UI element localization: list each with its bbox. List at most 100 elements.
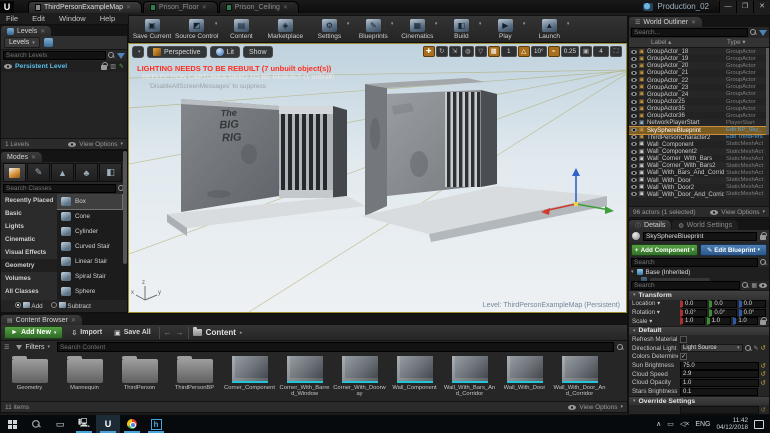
outliner-row[interactable]: ▣ NetworkPlayerStart PlayerStart <box>629 119 766 127</box>
levels-view-options[interactable]: View Options ▾ <box>68 141 123 148</box>
asset-item[interactable]: ThirdPerson <box>113 356 166 401</box>
mode-category[interactable]: All Classes <box>1 285 57 298</box>
actor-type[interactable]: GroupActor <box>726 56 766 62</box>
visibility-eye-icon[interactable] <box>631 170 637 175</box>
actor-type[interactable]: GroupActor <box>726 113 766 119</box>
mode-category[interactable]: Cinematic <box>1 233 57 246</box>
persistent-level-row[interactable]: Persistent Level ▥ ✎ <box>1 61 127 72</box>
actor-name-field[interactable] <box>643 231 757 241</box>
maximize-viewport-button[interactable]: ⛶ <box>610 46 622 57</box>
actor-type[interactable]: GroupActor <box>726 106 766 112</box>
visibility-eye-icon[interactable] <box>631 185 637 190</box>
landscape-mode-button[interactable]: ▲ <box>51 163 74 182</box>
reset-icon[interactable]: ↺ <box>761 379 766 387</box>
mode-category[interactable]: Basic <box>1 207 57 220</box>
actor-type[interactable]: GroupActor <box>726 91 766 97</box>
outliner-row[interactable]: ▣ Wall_With_Door_And_Corrid StaticMeshAc… <box>629 190 766 198</box>
placeable-item[interactable]: Curved Stair <box>57 239 122 254</box>
outliner-row[interactable]: ▣ GroupActor_22 GroupActor <box>629 76 766 84</box>
paint-mode-button[interactable]: ✎ <box>27 163 50 182</box>
outliner-row[interactable]: ▣ Wall_With_Door StaticMeshAct <box>629 176 766 184</box>
type-column-header[interactable]: Type ▾ <box>727 39 769 46</box>
add-radio[interactable]: Add <box>15 302 43 310</box>
visibility-eye-icon[interactable] <box>631 70 637 75</box>
start-button[interactable] <box>0 415 24 433</box>
tab-world-settings[interactable]: ◍ World Settings <box>672 220 739 231</box>
camera-speed-button[interactable]: ▣ <box>580 46 592 57</box>
edit-pencil-icon[interactable]: ✎ <box>119 63 124 70</box>
outliner-row[interactable]: ▣ GroupActor_20 GroupActor <box>629 62 766 70</box>
outliner-row[interactable]: ▣ Wall_With_Bars_And_Corrid StaticMeshAc… <box>629 169 766 176</box>
tab-content-browser[interactable]: ▤ Content Browser ✕ <box>1 315 82 325</box>
app-hitfilm[interactable]: h <box>144 415 168 433</box>
foliage-mode-button[interactable]: ♣ <box>75 163 98 182</box>
breadcrumb-expand-icon[interactable]: ▸ <box>240 330 243 336</box>
app-chrome[interactable] <box>120 415 144 433</box>
3d-viewport[interactable]: The BIG RIG z y x ▾ Perspective Lit Show… <box>128 43 627 313</box>
mode-category[interactable]: Volumes <box>1 272 57 285</box>
edit-blueprint-button[interactable]: ✎ Edit Blueprint ▾ <box>700 244 767 257</box>
asset-item[interactable]: Wall_With_Door_And_Corridor <box>553 356 606 401</box>
task-view-button[interactable]: ▭ <box>48 415 72 433</box>
import-button[interactable]: ⇩ Import <box>67 329 106 337</box>
outliner-row[interactable]: ▣ GroupActor_21 GroupActor <box>629 69 766 76</box>
surface-snap-button[interactable]: ▽ <box>474 46 487 57</box>
close-icon[interactable]: ✕ <box>31 154 36 161</box>
toolbar-button[interactable]: ▤ Content <box>220 17 262 42</box>
outliner-row[interactable]: ▣ Wall_With_Door2 StaticMeshAct <box>629 184 766 191</box>
grid-snap-button[interactable]: ▦ <box>487 46 500 57</box>
add-component-button[interactable]: + Add Component ▾ <box>631 244 698 257</box>
actor-type[interactable]: StaticMeshAct <box>726 191 766 197</box>
close-icon[interactable]: ✕ <box>40 28 45 35</box>
scrollbar[interactable] <box>766 48 769 135</box>
actor-type[interactable]: Edit ThirdPers <box>726 134 766 140</box>
location-x-field[interactable]: 0.0 <box>680 299 708 308</box>
close-button[interactable]: ✕ <box>753 1 770 13</box>
outliner-search-input[interactable] <box>631 28 748 37</box>
visibility-eye-icon[interactable] <box>631 142 637 147</box>
level-tab[interactable]: ThirdPersonExampleMap ✕ <box>28 1 143 13</box>
display-icon[interactable]: ▭ <box>667 420 674 428</box>
app-unreal-engine[interactable]: U <box>96 415 120 433</box>
actor-type[interactable]: GroupActor <box>726 84 766 90</box>
tab-world-outliner[interactable]: ☰ World Outliner ✕ <box>629 17 703 27</box>
actor-type[interactable]: GroupActor <box>726 77 766 83</box>
scale-label[interactable]: Scale ▾ <box>632 318 678 325</box>
placeable-item[interactable]: Cone <box>57 209 122 224</box>
scale-tool-button[interactable]: ⇲ <box>448 46 461 57</box>
outliner-row[interactable]: ▣ GroupActor_19 GroupActor <box>629 55 766 62</box>
scale-snap-value[interactable]: 0.25 <box>560 46 579 57</box>
grid-snap-value[interactable]: 1 <box>500 46 517 57</box>
light-source-dropdown[interactable]: Light Source ▾ <box>680 344 743 353</box>
outliner-row[interactable]: ▣ Wall_Component StaticMeshAct <box>629 141 766 148</box>
visibility-eye-icon[interactable] <box>631 78 637 83</box>
mode-category[interactable]: Visual Effects <box>1 246 57 259</box>
filter-funnel-icon[interactable] <box>117 52 125 59</box>
reset-icon[interactable]: ↺ <box>761 344 766 352</box>
grid-view-icon[interactable]: ▦ <box>751 282 757 289</box>
level-tab[interactable]: Prison_Floor ✕ <box>143 1 218 13</box>
cloud-opacity-field[interactable]: 1.0 <box>680 378 759 387</box>
outliner-row[interactable]: ▣ Wall_Corner_With_Bars2 StaticMeshAct <box>629 162 766 170</box>
visibility-eye-icon[interactable] <box>631 135 637 140</box>
visibility-eye-icon[interactable] <box>631 99 637 104</box>
visibility-eye-icon[interactable] <box>631 106 637 111</box>
eyedropper-icon[interactable]: ✎ <box>754 345 759 352</box>
visibility-eye-icon[interactable] <box>631 49 637 54</box>
chevron-down-icon[interactable]: ▾ <box>215 21 218 27</box>
actor-type[interactable]: StaticMeshAct <box>726 184 766 190</box>
toolbar-button[interactable]: ◈ Marketplace <box>264 17 306 42</box>
property-search-input[interactable] <box>631 281 741 291</box>
toolbar-button[interactable]: ▶ Play ▾ <box>484 17 526 42</box>
rotation-snap-button[interactable]: △ <box>517 46 530 57</box>
visibility-eye-icon[interactable] <box>631 85 637 90</box>
menu-item[interactable]: File <box>6 14 18 23</box>
refresh-material-checkbox[interactable] <box>680 335 687 343</box>
reset-icon[interactable]: ↺ <box>761 362 766 370</box>
colors-determined-checkbox[interactable]: ✓ <box>680 353 687 361</box>
mode-category[interactable]: Geometry <box>1 259 57 272</box>
show-button[interactable]: Show <box>242 46 273 58</box>
visibility-eye-icon[interactable] <box>631 120 637 125</box>
subtract-radio[interactable]: Subtract <box>50 302 91 310</box>
actor-type[interactable]: GroupActor <box>726 70 766 76</box>
